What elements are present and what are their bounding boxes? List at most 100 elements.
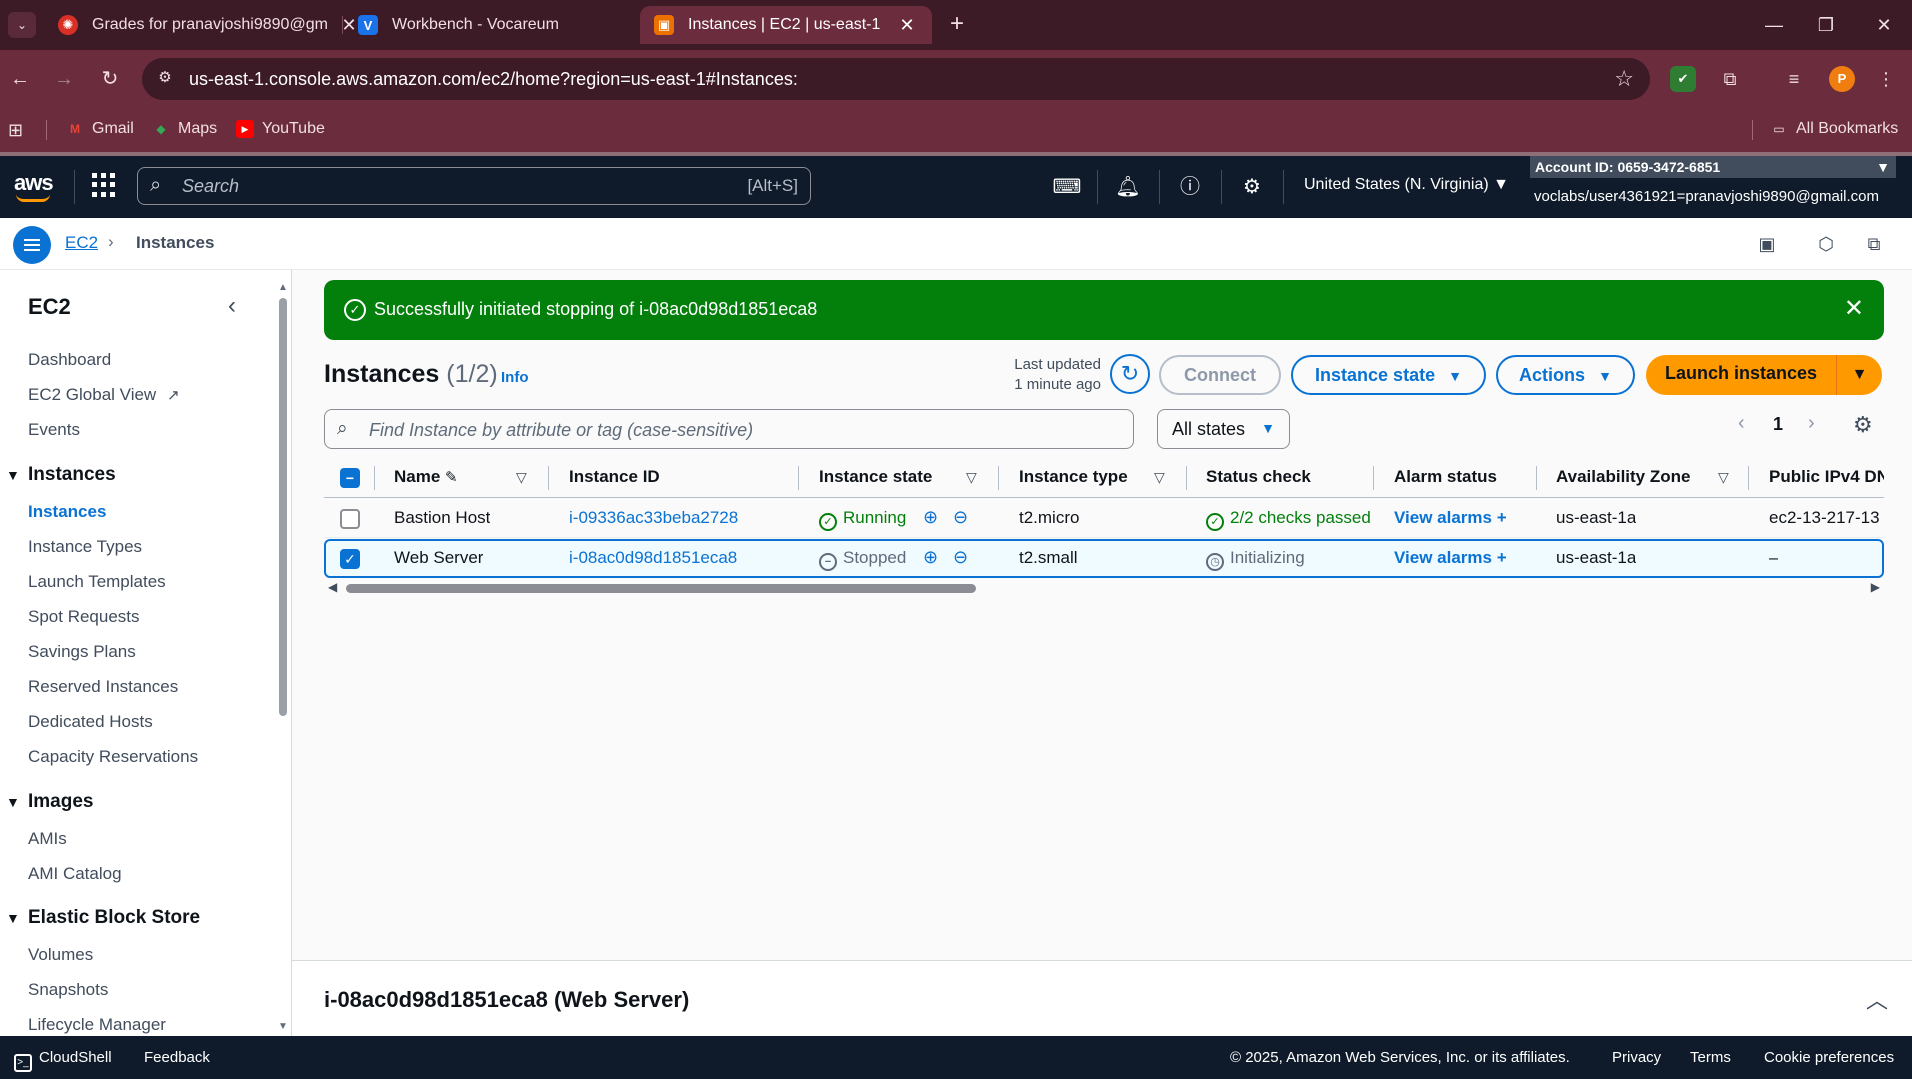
col-header-availability-zone[interactable]: Availability Zone	[1556, 467, 1690, 487]
sidenav-item-global-view[interactable]: EC2 Global View ↗	[28, 385, 180, 405]
back-icon[interactable]: ←	[4, 63, 36, 95]
sidenav-item-volumes[interactable]: Volumes	[28, 945, 93, 965]
account-id-bar[interactable]: Account ID: 0659-3472-6851 ▼	[1530, 156, 1896, 178]
split-panel-icon[interactable]: ▣	[1753, 230, 1781, 258]
scroll-right-icon[interactable]: ▶	[1871, 580, 1880, 594]
select-all-checkbox[interactable]: −	[340, 468, 360, 488]
sidenav-item-amis[interactable]: AMIs	[28, 829, 67, 849]
tab-vocareum[interactable]: V Workbench - Vocareum ✕	[344, 6, 674, 44]
forward-icon[interactable]: →	[48, 63, 80, 95]
media-control-icon[interactable]: ≡	[1781, 66, 1807, 92]
sort-icon[interactable]: ▽	[1154, 469, 1165, 486]
cloudshell-icon[interactable]: ⌨	[1052, 172, 1082, 202]
close-window-icon[interactable]: ✕	[1864, 8, 1904, 42]
bookmark-maps[interactable]: ◆ Maps	[152, 120, 217, 138]
col-header-public-dns[interactable]: Public IPv4 DNS	[1769, 467, 1884, 487]
find-instance[interactable]: ⌕	[324, 409, 1134, 449]
sidenav-section-ebs[interactable]: ▼ Elastic Block Store	[6, 907, 200, 929]
apps-grid-icon[interactable]: ⊞	[8, 120, 23, 141]
scrollbar-thumb[interactable]	[279, 298, 287, 716]
restore-icon[interactable]: ❐	[1806, 8, 1846, 42]
sidenav-item-dashboard[interactable]: Dashboard	[28, 350, 111, 370]
sidenav-scrollbar[interactable]: ▲ ▼	[278, 282, 288, 1032]
info-panel-icon[interactable]: ⧉	[1860, 230, 1888, 258]
cookie-preferences-link[interactable]: Cookie preferences	[1764, 1049, 1894, 1066]
launch-dropdown-icon[interactable]: ▼	[1836, 355, 1882, 395]
zoom-in-icon[interactable]: ⊕	[923, 547, 938, 568]
zoom-out-icon[interactable]: ⊖	[953, 547, 968, 568]
all-bookmarks-button[interactable]: ▭ All Bookmarks	[1770, 120, 1898, 138]
close-icon[interactable]: ✕	[1844, 294, 1864, 323]
col-header-instance-id[interactable]: Instance ID	[569, 467, 660, 487]
bookmark-youtube[interactable]: ▶ YouTube	[236, 120, 325, 138]
help-icon[interactable]: ⓘ	[1175, 172, 1205, 202]
chevron-up-icon[interactable]: ︿	[1866, 983, 1888, 1015]
state-filter-select[interactable]: All states ▼	[1157, 409, 1290, 449]
privacy-link[interactable]: Privacy	[1612, 1049, 1661, 1066]
bookmark-gmail[interactable]: M Gmail	[66, 120, 134, 138]
security-icon[interactable]: ⬡	[1812, 230, 1840, 258]
tab-search-button[interactable]: ⌄	[8, 12, 36, 38]
address-bar[interactable]: ⚙ us-east-1.console.aws.amazon.com/ec2/h…	[142, 58, 1650, 100]
sidenav-section-instances[interactable]: ▼ Instances	[6, 464, 116, 486]
reload-icon[interactable]: ↻	[94, 63, 126, 95]
region-selector[interactable]: United States (N. Virginia) ▼	[1304, 176, 1509, 194]
shield-extension-icon[interactable]: ✔	[1670, 66, 1696, 92]
cloudshell-button[interactable]: >_ CloudShell	[14, 1049, 112, 1072]
find-instance-input[interactable]	[369, 418, 1109, 442]
table-row[interactable]: Bastion Host i-09336ac33beba2728 ✓ Runnin…	[324, 499, 1884, 538]
user-menu[interactable]: voclabs/user4361921=pranavjoshi9890@gmai…	[1534, 188, 1879, 205]
services-grid-icon[interactable]	[92, 173, 116, 197]
url-text[interactable]: us-east-1.console.aws.amazon.com/ec2/hom…	[189, 69, 798, 90]
collapse-nav-icon[interactable]: ‹	[228, 292, 236, 320]
refresh-icon[interactable]: ↻	[1110, 354, 1150, 394]
sidenav-item-reserved-instances[interactable]: Reserved Instances	[28, 677, 178, 697]
scroll-down-icon[interactable]: ▼	[278, 1021, 288, 1032]
info-link[interactable]: Info	[501, 369, 529, 386]
menu-hamburger-icon[interactable]	[13, 226, 51, 264]
col-header-instance-type[interactable]: Instance type	[1019, 467, 1128, 487]
sidenav-item-instances[interactable]: Instances	[28, 502, 106, 522]
zoom-in-icon[interactable]: ⊕	[923, 507, 938, 528]
table-row-selected[interactable]: ✓ Web Server i-08ac0d98d1851eca8 − Stoppe…	[324, 539, 1884, 578]
sidenav-item-snapshots[interactable]: Snapshots	[28, 980, 108, 1000]
aws-search-input[interactable]	[182, 174, 662, 198]
bookmark-star-icon[interactable]: ☆	[1614, 66, 1634, 92]
col-header-alarm-status[interactable]: Alarm status	[1394, 467, 1497, 487]
sidenav-item-instance-types[interactable]: Instance Types	[28, 537, 142, 557]
col-header-name[interactable]: Name ✎	[394, 467, 458, 487]
close-tab-icon[interactable]: ✕	[896, 15, 918, 36]
page-number[interactable]: 1	[1773, 414, 1783, 435]
sidenav-item-lifecycle-manager[interactable]: Lifecycle Manager	[28, 1015, 166, 1035]
breadcrumb-ec2[interactable]: EC2	[65, 233, 98, 253]
sidenav-section-images[interactable]: ▼ Images	[6, 791, 93, 813]
tab-ec2-instances[interactable]: ▣ Instances | EC2 | us-east-1 ✕	[640, 6, 932, 44]
notifications-bell-icon[interactable]: 🔔︎	[1113, 172, 1143, 202]
view-alarms-link[interactable]: View alarms +	[1394, 548, 1507, 568]
cell-instance-id[interactable]: i-08ac0d98d1851eca8	[569, 548, 737, 568]
sort-icon[interactable]: ▽	[966, 469, 977, 486]
table-settings-gear-icon[interactable]: ⚙	[1853, 412, 1873, 438]
sidenav-item-events[interactable]: Events	[28, 420, 80, 440]
table-horizontal-scrollbar[interactable]: ◀ ▶	[324, 580, 1884, 596]
sidenav-item-ami-catalog[interactable]: AMI Catalog	[28, 864, 122, 884]
terms-link[interactable]: Terms	[1690, 1049, 1731, 1066]
cell-instance-id[interactable]: i-09336ac33beba2728	[569, 508, 738, 528]
new-tab-button[interactable]: +	[942, 10, 972, 40]
next-page-icon[interactable]: ›	[1808, 412, 1815, 435]
launch-instances-button[interactable]: Launch instances	[1646, 355, 1836, 395]
sort-icon[interactable]: ▽	[1718, 469, 1729, 486]
sidenav-item-dedicated-hosts[interactable]: Dedicated Hosts	[28, 712, 153, 732]
profile-avatar[interactable]: P	[1829, 66, 1855, 92]
extensions-puzzle-icon[interactable]: ⧉	[1717, 66, 1743, 92]
instance-state-button[interactable]: Instance state ▼	[1291, 355, 1486, 395]
settings-gear-icon[interactable]: ⚙	[1237, 172, 1267, 202]
sidenav-item-spot-requests[interactable]: Spot Requests	[28, 607, 140, 627]
sidenav-item-savings-plans[interactable]: Savings Plans	[28, 642, 136, 662]
browser-menu-icon[interactable]: ⋮	[1873, 66, 1899, 92]
aws-search[interactable]: ⌕ [Alt+S]	[137, 167, 811, 205]
feedback-link[interactable]: Feedback	[144, 1049, 210, 1066]
connect-button[interactable]: Connect	[1159, 355, 1281, 395]
col-header-instance-state[interactable]: Instance state	[819, 467, 932, 487]
site-info-icon[interactable]: ⚙	[154, 68, 176, 90]
